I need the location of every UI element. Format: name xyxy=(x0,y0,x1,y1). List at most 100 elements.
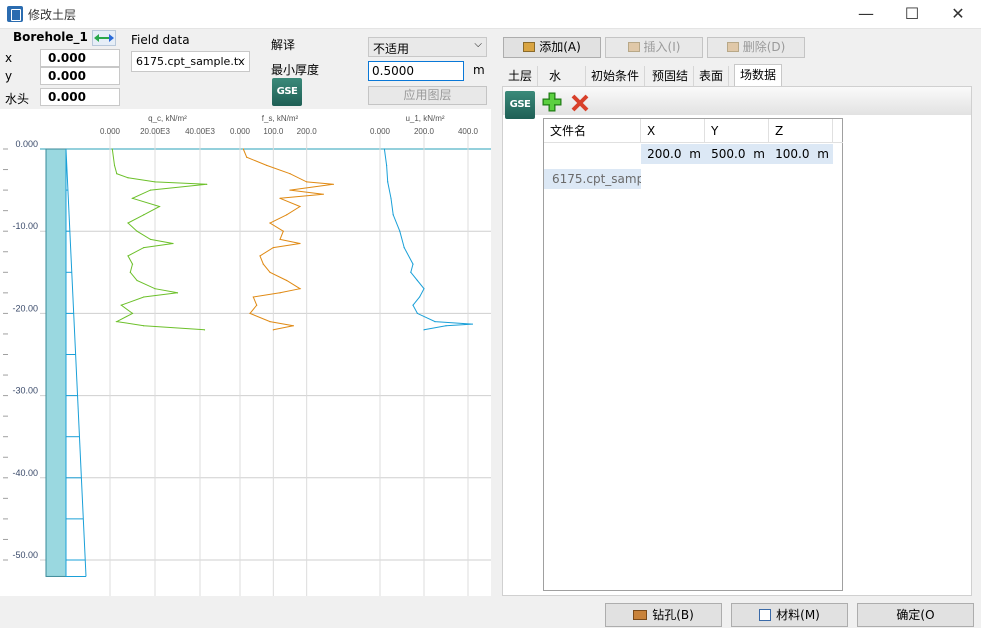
add-row-icon[interactable] xyxy=(542,92,562,112)
cell-z[interactable]: 100.0 m xyxy=(769,144,833,164)
close-button[interactable]: ✕ xyxy=(935,0,981,28)
cell-z-value: 100.0 xyxy=(775,147,810,161)
borehole-button-label: 钻孔(B) xyxy=(652,608,694,622)
tab-water[interactable]: 水 xyxy=(544,66,586,86)
series-point xyxy=(410,271,412,273)
field-data-table[interactable]: 文件名 X Y Z 6175.cpt_sample. 200.0 m 500.0… xyxy=(543,118,843,591)
add-button[interactable]: 添加(A) xyxy=(503,37,601,58)
series-point xyxy=(116,321,118,323)
thickness-unit: m xyxy=(473,63,485,77)
series-point xyxy=(286,214,288,216)
series-point xyxy=(419,296,421,298)
series-point xyxy=(392,214,394,216)
series-point xyxy=(256,304,258,306)
column-header-y[interactable]: Y xyxy=(705,119,769,143)
delete-button[interactable]: 删除(D) xyxy=(707,37,805,58)
series-point xyxy=(136,230,138,232)
min-thickness-value: 0.5000 xyxy=(372,64,414,78)
cell-x-unit: m xyxy=(689,147,701,161)
materials-button[interactable]: 材料(M) xyxy=(731,603,848,627)
series-point xyxy=(154,288,156,290)
table-row[interactable]: 6175.cpt_sample. 200.0 m 500.0 m 100.0 m xyxy=(544,144,833,189)
delete-row-icon[interactable] xyxy=(570,93,590,113)
insert-button[interactable]: 插入(I) xyxy=(605,37,703,58)
series-point xyxy=(399,230,401,232)
minimize-button[interactable]: — xyxy=(843,0,889,28)
series-point xyxy=(249,312,251,314)
cell-y[interactable]: 500.0 m xyxy=(705,144,769,164)
chevron-down-icon: ⌵ xyxy=(237,54,245,65)
depth-tick-label: -50.00 xyxy=(12,550,38,560)
series-point xyxy=(269,222,271,224)
series-point xyxy=(129,271,131,273)
tab-surface[interactable]: 表面 xyxy=(694,66,730,86)
tab-soil-layers[interactable]: 土层 xyxy=(503,66,539,86)
swap-arrow-icon[interactable] xyxy=(92,30,116,46)
series-point xyxy=(412,263,414,265)
tab-field-data[interactable]: 场数据 xyxy=(734,64,783,86)
series-point xyxy=(387,181,389,183)
series-point xyxy=(289,189,291,191)
field-data-select[interactable]: 6175.cpt_sample.tx ⌵ xyxy=(131,51,250,72)
field-data-label: Field data xyxy=(131,33,190,47)
column-header-filename[interactable]: 文件名 xyxy=(544,119,641,143)
series-point xyxy=(322,193,324,195)
apply-layer-button[interactable]: 应用图层 xyxy=(368,86,487,105)
cell-filename[interactable]: 6175.cpt_sample. xyxy=(544,169,641,189)
series-tick-label: 400.0 xyxy=(458,127,479,136)
water-head-field[interactable]: 0.000 xyxy=(40,88,120,106)
series-line xyxy=(383,148,473,331)
series-point xyxy=(272,329,274,331)
series-point xyxy=(136,279,138,282)
series-point xyxy=(386,164,388,167)
series-point xyxy=(412,304,414,306)
borehole-pressure-line xyxy=(65,148,87,577)
series-point xyxy=(286,279,288,282)
series-point xyxy=(272,247,274,249)
delete-icon xyxy=(726,42,739,52)
series-point xyxy=(120,304,122,306)
min-thickness-field[interactable]: 0.5000 xyxy=(368,61,464,81)
tab-initial-conditions[interactable]: 初始条件 xyxy=(586,66,646,86)
water-head-value: 0.000 xyxy=(48,90,86,104)
y-field[interactable]: 0.000 xyxy=(40,67,120,85)
interpret-label: 解译 xyxy=(271,38,296,52)
series-point xyxy=(289,173,291,175)
cell-y-unit: m xyxy=(753,147,765,161)
interpret-mode-select[interactable]: 不适用 ⌵ xyxy=(368,37,487,57)
series-point xyxy=(143,247,145,249)
series-point xyxy=(332,183,334,185)
series-point xyxy=(383,148,385,150)
y-label: y xyxy=(5,69,13,83)
series-point xyxy=(143,296,145,298)
ok-button[interactable]: 确定(O xyxy=(857,603,974,627)
depth-tick-label: -40.00 xyxy=(12,468,38,478)
title-divider xyxy=(0,28,981,29)
series-point xyxy=(306,181,308,183)
series-point xyxy=(127,255,129,257)
gse-icon[interactable]: GSE xyxy=(272,78,302,106)
gse-import-icon[interactable]: GSE xyxy=(505,91,535,119)
column-header-z[interactable]: Z xyxy=(769,119,833,143)
water-head-label: 水头 xyxy=(5,92,30,106)
series-point xyxy=(172,242,174,245)
cell-x[interactable]: 200.0 m xyxy=(641,144,705,164)
tab-preconsolidation[interactable]: 预固结 xyxy=(647,66,695,86)
column-header-x[interactable]: X xyxy=(641,119,705,143)
series-tick-label: 200.0 xyxy=(414,127,435,136)
series-point xyxy=(282,230,284,232)
x-field[interactable]: 0.000 xyxy=(40,49,120,67)
series-point xyxy=(299,205,301,208)
insert-button-label: 插入(I) xyxy=(643,40,681,54)
series-point xyxy=(143,214,145,216)
maximize-button[interactable]: ☐ xyxy=(889,0,935,28)
series-point xyxy=(423,288,425,290)
series-point xyxy=(269,271,271,273)
series-tick-label: 100.0 xyxy=(263,127,284,136)
borehole-button[interactable]: 钻孔(B) xyxy=(605,603,722,627)
series-title: q_c, kN/m² xyxy=(148,114,187,123)
series-point xyxy=(149,189,152,191)
depth-tick-label: -10.00 xyxy=(12,221,38,231)
series-title: f_s, kN/m² xyxy=(262,114,299,123)
series-point xyxy=(203,329,206,331)
